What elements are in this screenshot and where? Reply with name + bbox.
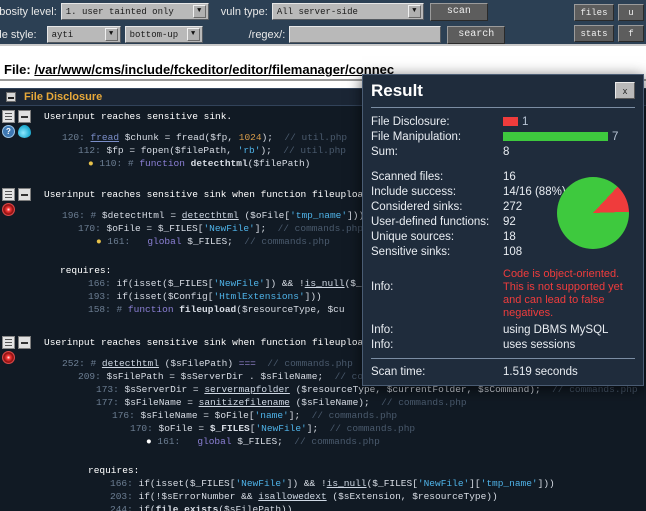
app-root: verbosity level: 1. user tainted only ▼ … [0, 0, 646, 511]
order-value: bottom-up [129, 29, 179, 40]
toolbar-row-2: code style: ayti ▼ bottom-up ▼ /regex/: … [0, 23, 646, 46]
code-style-label: code style: [0, 28, 37, 41]
page-icon[interactable] [2, 336, 15, 349]
vuln-type-label: vuln type: [220, 5, 268, 18]
info-key: Info: [371, 323, 394, 336]
vulnerability-pie-chart [557, 177, 629, 249]
code-line[interactable]: 203: if(!$sErrorNumber && isallowedext (… [0, 490, 646, 503]
code-style-select[interactable]: ayti ▼ [46, 26, 121, 43]
info-row-dbms: Info: using DBMS MySQL [371, 322, 635, 337]
code-line[interactable]: 166: if(isset($_FILES['NewFile']) && !is… [0, 477, 646, 490]
summary-key: File Manipulation: [371, 130, 462, 143]
scan-button[interactable]: scan [429, 2, 488, 21]
regex-input[interactable] [289, 26, 442, 43]
trace-gutter [2, 188, 36, 218]
close-icon[interactable]: x [615, 82, 635, 99]
code-line[interactable]: 170: $oFile = $_FILES['NewFile']; // com… [0, 422, 646, 435]
toolbar-right-buttons: files u stats f [570, 0, 646, 46]
stat-key: Considered sinks: [371, 200, 463, 213]
stat-key: Scanned files: [371, 170, 444, 183]
info-value-warning: Code is object-oriented. This is not sup… [503, 268, 623, 319]
info-row-warning: Info: Code is object-oriented. This is n… [371, 268, 635, 320]
top-toolbar: verbosity level: 1. user tainted only ▼ … [0, 0, 646, 46]
info-key: Info: [371, 281, 394, 293]
scan-time-value: 1.519 seconds [503, 366, 578, 378]
file-path-container: File: /var/www/cms/include/fckeditor/edi… [4, 62, 394, 77]
summary-row-sum: Sum: 8 [371, 144, 635, 159]
stats-button[interactable]: stats [574, 25, 614, 42]
vuln-type-value: All server-side [276, 6, 358, 17]
verbosity-value: 1. user tainted only [65, 6, 174, 17]
toolbar-row-1: verbosity level: 1. user tainted only ▼ … [0, 0, 646, 23]
file-path[interactable]: /var/www/cms/include/fckeditor/editor/fi… [34, 62, 394, 77]
order-select[interactable]: bottom-up ▼ [124, 26, 203, 43]
stat-key: User-defined functions: [371, 215, 490, 228]
verbosity-select[interactable]: 1. user tainted only ▼ [60, 3, 209, 20]
summary-key: Sum: [371, 145, 398, 158]
summary-row-file-manipulation: File Manipulation: 7 [371, 129, 635, 144]
info-value: using DBMS MySQL [503, 323, 609, 336]
file-manipulation-bar [503, 132, 608, 141]
files-button[interactable]: files [574, 4, 614, 21]
summary-row-file-disclosure: File Disclosure: 1 [371, 114, 635, 129]
summary-value: 7 [612, 130, 619, 143]
scan-time-key: Scan time: [371, 366, 426, 378]
info-value: uses sessions [503, 338, 576, 351]
chevron-down-icon[interactable]: ▼ [104, 28, 118, 41]
chevron-down-icon[interactable]: ▼ [407, 5, 421, 18]
chevron-down-icon[interactable]: ▼ [186, 28, 200, 41]
stat-value: 272 [503, 200, 523, 213]
collapse-icon[interactable] [18, 336, 31, 349]
file-disclosure-bar [503, 117, 518, 126]
verbosity-label: verbosity level: [0, 5, 57, 18]
code-line[interactable]: ● 161: global $_FILES; // commands.php [0, 435, 646, 448]
page-icon[interactable] [2, 110, 15, 123]
page-icon[interactable] [2, 188, 15, 201]
info-key: Info: [371, 338, 394, 351]
code-line[interactable]: 244: if(file_exists($sFilePath)) [0, 503, 646, 511]
chevron-down-icon[interactable]: ▼ [192, 5, 206, 18]
stat-key: Sensitive sinks: [371, 245, 451, 258]
stat-value: 14/16 (88%) [503, 185, 566, 198]
code-style-value: ayti [51, 29, 74, 40]
vuln-type-select[interactable]: All server-side ▼ [271, 3, 424, 20]
dialog-header: Result x [363, 75, 643, 107]
info-row-sessions: Info: uses sessions [371, 337, 635, 352]
stat-value: 108 [503, 245, 523, 258]
stat-key: Unique sources: [371, 230, 455, 243]
dialog-title: Result [371, 81, 423, 100]
droplet-icon[interactable] [18, 125, 31, 138]
collapse-icon[interactable] [6, 92, 16, 102]
stat-value: 18 [503, 230, 516, 243]
collapse-icon[interactable] [18, 110, 31, 123]
statistics-block: Scanned files: 16 Include success: 14/16… [371, 169, 635, 259]
vuln-section-label: File Disclosure [24, 91, 103, 103]
scan-time-row: Scan time: 1.519 seconds [363, 359, 643, 378]
result-dialog[interactable]: Result x File Disclosure: 1 File Manipul… [362, 74, 644, 386]
search-button[interactable]: search [447, 25, 506, 44]
stat-value: 16 [503, 170, 516, 183]
requires-label: requires: [88, 465, 140, 476]
regex-label: /regex/: [248, 28, 286, 41]
trace-gutter: ? [2, 110, 36, 140]
info-block: Info: Code is object-oriented. This is n… [371, 268, 635, 352]
target-icon[interactable] [2, 351, 15, 364]
code-line[interactable]: 177: $sFileName = sanitizefilename ($sFi… [0, 396, 646, 409]
stat-key: Include success: [371, 185, 457, 198]
code-line[interactable]: 176: $sFileName = $oFile['name']; // com… [0, 409, 646, 422]
dialog-body: File Disclosure: 1 File Manipulation: 7 … [363, 108, 643, 352]
summary-value: 1 [522, 115, 529, 128]
users-button[interactable]: u [618, 4, 644, 21]
summary-value: 8 [503, 145, 510, 158]
collapse-icon[interactable] [18, 188, 31, 201]
stat-value: 92 [503, 215, 516, 228]
help-icon[interactable]: ? [2, 125, 15, 138]
trace-gutter [2, 336, 36, 366]
f-button[interactable]: f [618, 25, 644, 42]
target-icon[interactable] [2, 203, 15, 216]
summary-key: File Disclosure: [371, 115, 450, 128]
file-prefix: File: [4, 62, 35, 77]
